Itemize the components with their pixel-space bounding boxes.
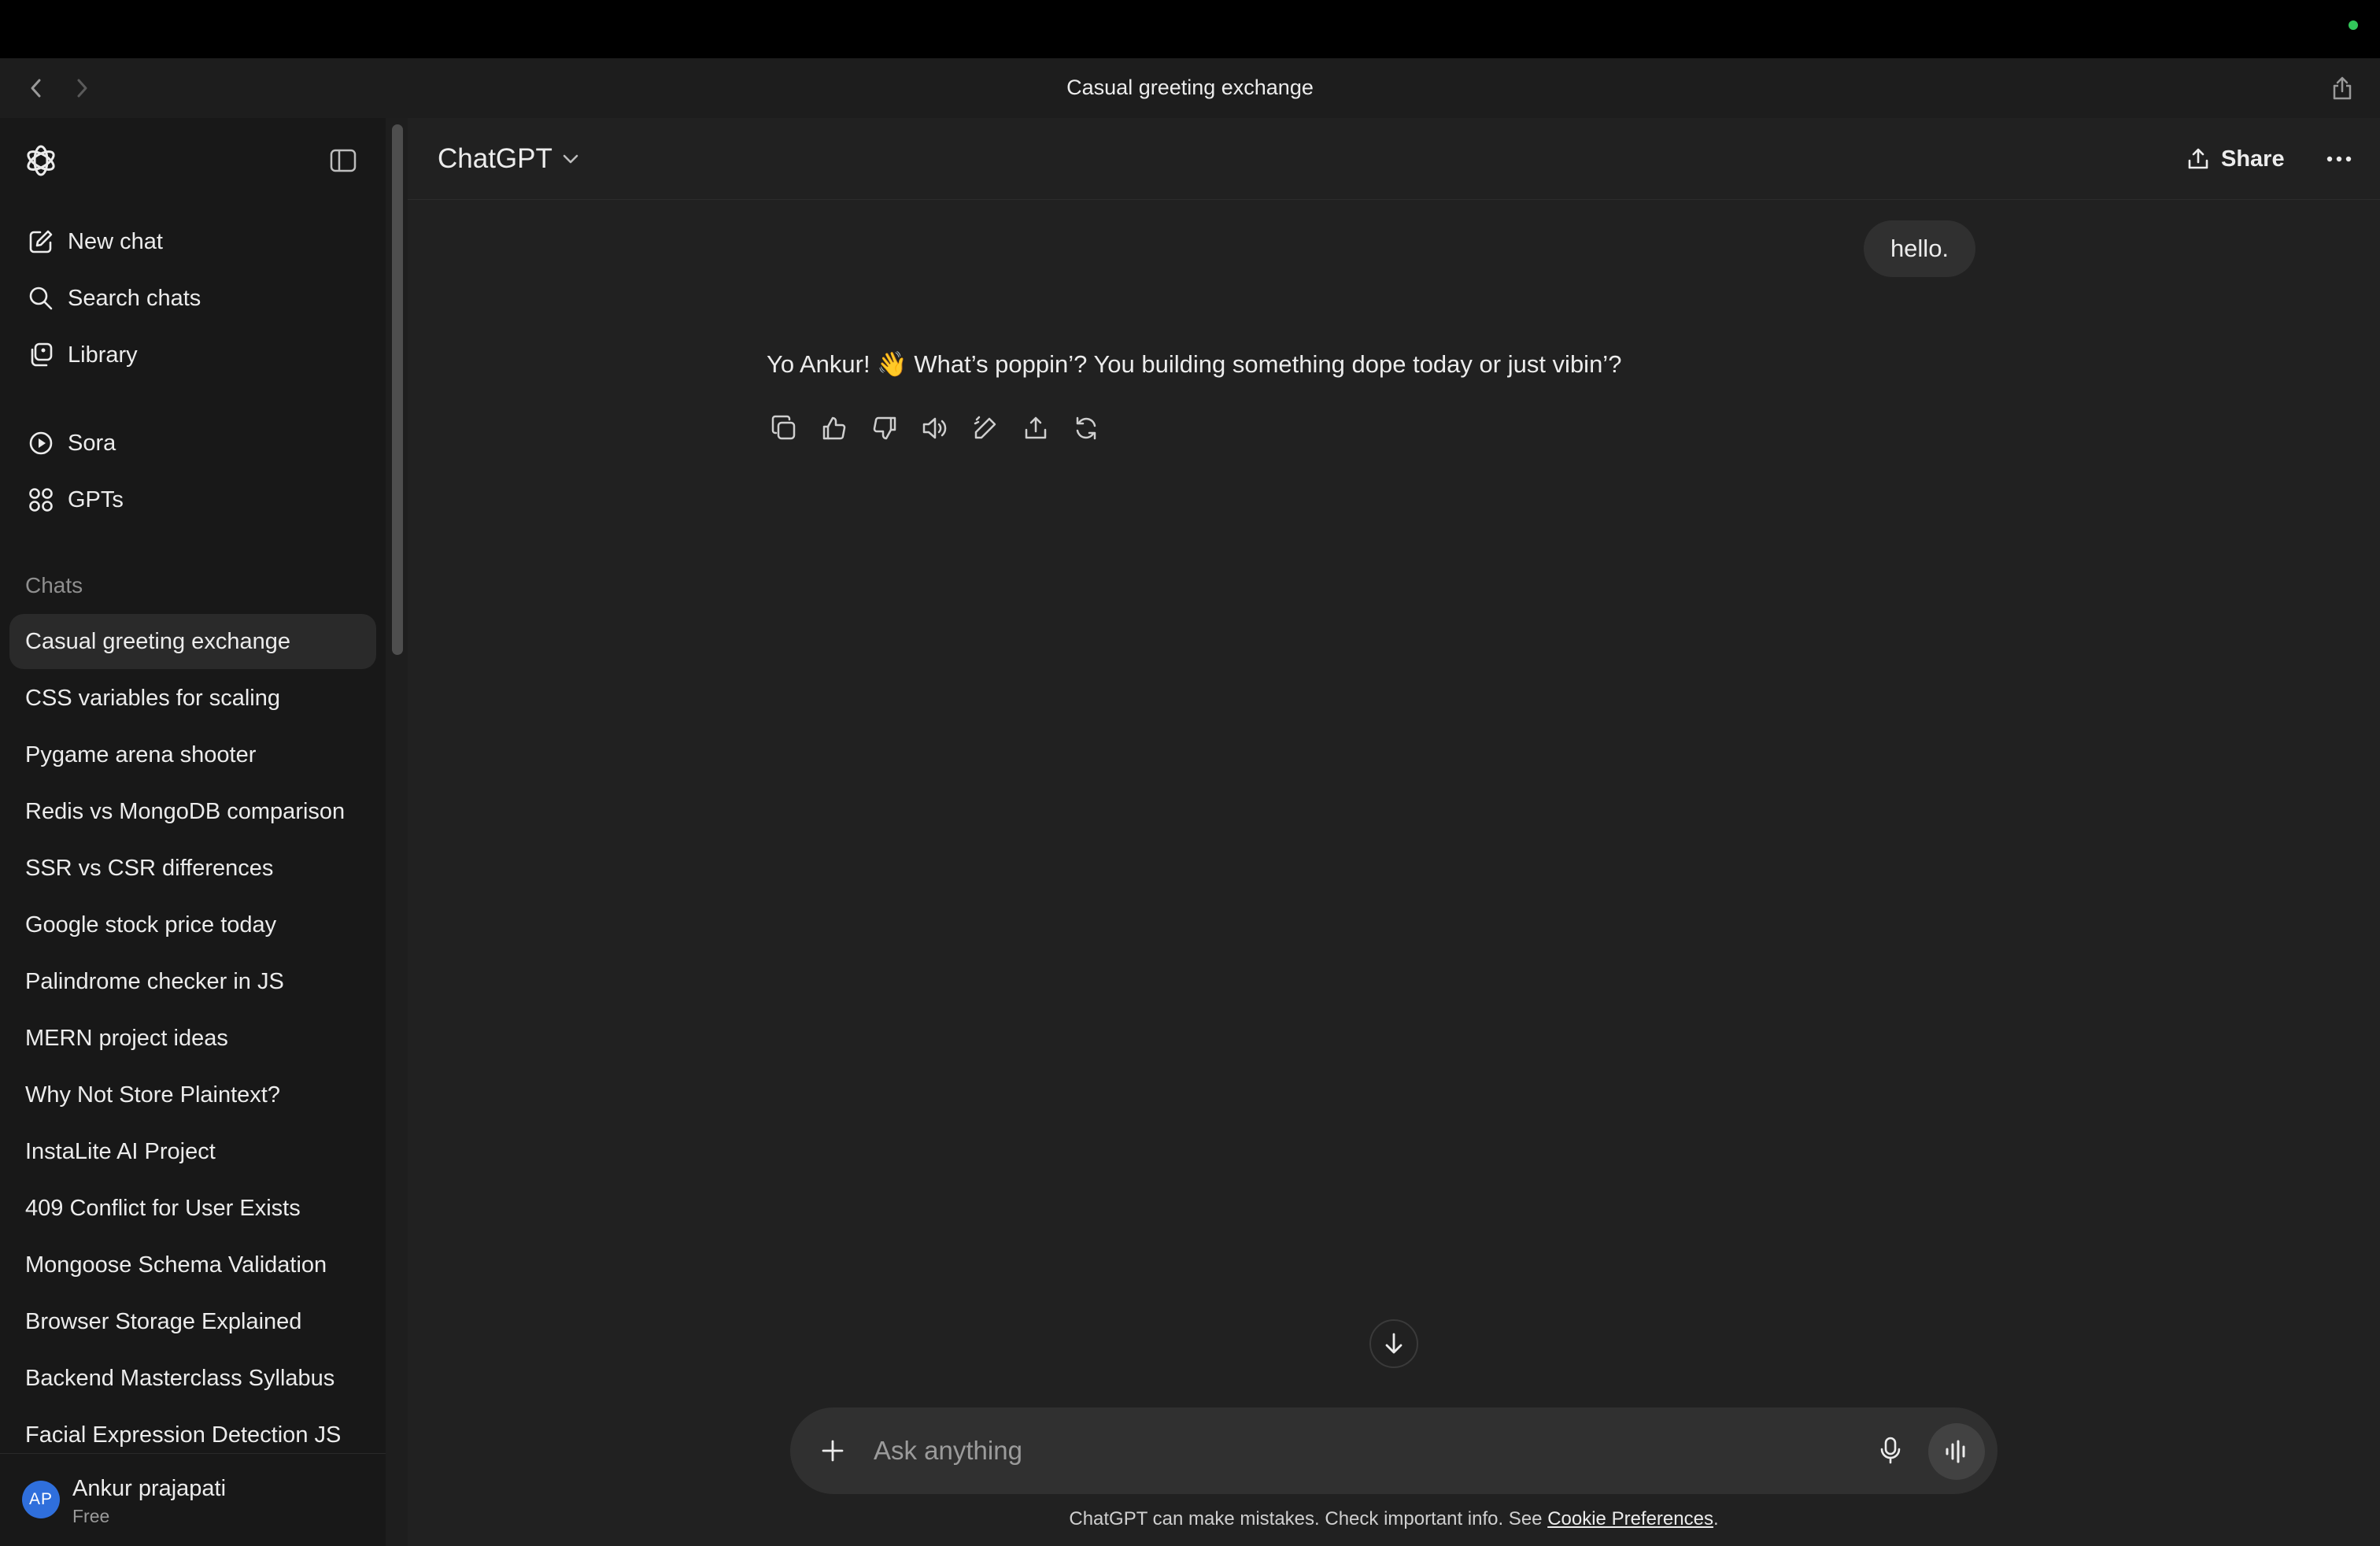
cookie-preferences-link[interactable]: Cookie Preferences xyxy=(1547,1508,1713,1529)
new-chat-button[interactable]: New chat xyxy=(9,216,376,268)
chats-section-label: Chats xyxy=(25,573,83,597)
arrow-down-icon xyxy=(1385,1333,1402,1354)
search-icon xyxy=(25,283,57,314)
library-label: Library xyxy=(68,342,138,368)
read-aloud-icon xyxy=(922,417,947,439)
library-button[interactable]: Library xyxy=(9,329,376,381)
library-icon xyxy=(25,339,57,371)
search-chats-button[interactable]: Search chats xyxy=(9,272,376,324)
regenerate-icon xyxy=(1076,416,1096,440)
thumbs-up-icon xyxy=(822,416,846,440)
chat-item[interactable]: Why Not Store Plaintext? xyxy=(9,1067,376,1123)
user-name: Ankur prajapati xyxy=(72,1476,227,1501)
share-button[interactable]: Share xyxy=(2186,140,2285,178)
scroll-to-bottom-button[interactable] xyxy=(1369,1319,1418,1368)
avatar: AP xyxy=(22,1481,60,1518)
main-header: ChatGPT Share xyxy=(408,118,2380,200)
thumbs-down-button[interactable] xyxy=(866,411,904,446)
user-message-bubble: hello. xyxy=(1864,220,1975,277)
user-profile-button[interactable]: AP Ankur prajapati Free xyxy=(0,1453,386,1546)
microphone-icon xyxy=(1880,1437,1901,1464)
chat-item[interactable]: CSS variables for scaling xyxy=(9,671,376,726)
read-aloud-button[interactable] xyxy=(916,411,954,446)
top-bar xyxy=(0,0,2380,58)
status-dot xyxy=(2349,20,2358,30)
disclaimer: ChatGPT can make mistakes. Check importa… xyxy=(790,1508,1998,1530)
chat-item[interactable]: Backend Masterclass Syllabus xyxy=(9,1351,376,1406)
more-horizontal-icon xyxy=(2326,156,2352,162)
prompt-input[interactable] xyxy=(874,1429,1818,1472)
chat-item[interactable]: Pygame arena shooter xyxy=(9,727,376,782)
play-circle-icon xyxy=(25,427,57,459)
chat-item[interactable]: 409 Conflict for User Exists xyxy=(9,1181,376,1236)
copy-button[interactable] xyxy=(765,411,803,446)
sidebar-toggle-button[interactable] xyxy=(326,143,360,178)
share-icon xyxy=(1025,416,1047,439)
app-window: Casual greeting exchange New chat Search… xyxy=(0,0,2380,1546)
title-bar: Casual greeting exchange xyxy=(0,58,2380,118)
chat-item[interactable]: Mongoose Schema Validation xyxy=(9,1237,376,1293)
sidebar: New chat Search chats Library Sora GPTs … xyxy=(0,118,386,1546)
plus-icon xyxy=(822,1440,844,1462)
sidebar-scrollbar-thumb[interactable] xyxy=(392,124,403,655)
voice-mode-button[interactable] xyxy=(1928,1423,1985,1480)
chat-item[interactable]: Google stock price today xyxy=(9,897,376,952)
chat-item-active[interactable]: Casual greeting exchange xyxy=(9,614,376,669)
share-icon xyxy=(2333,76,2352,100)
voice-waveform-icon xyxy=(1946,1440,1965,1463)
assistant-message: Yo Ankur! 👋 What’s poppin’? You building… xyxy=(767,350,1622,378)
edit-pen-icon xyxy=(974,416,996,439)
openai-logo-icon xyxy=(27,145,55,176)
gpts-label: GPTs xyxy=(68,486,124,512)
chat-item[interactable]: MERN project ideas xyxy=(9,1011,376,1066)
chat-item[interactable]: Palindrome checker in JS xyxy=(9,954,376,1009)
openai-logo[interactable] xyxy=(22,142,60,179)
composer xyxy=(790,1407,1998,1494)
edit-button[interactable] xyxy=(966,411,1004,446)
chat-item[interactable]: Browser Storage Explained xyxy=(9,1294,376,1349)
thumbs-down-icon xyxy=(873,416,896,440)
chat-item[interactable]: InstaLite AI Project xyxy=(9,1124,376,1179)
message-actions xyxy=(765,411,1118,446)
sidebar-toggle-icon xyxy=(330,149,357,172)
share-icon xyxy=(2186,147,2210,171)
sora-label: Sora xyxy=(68,430,116,456)
disclaimer-text: ChatGPT can make mistakes. Check importa… xyxy=(1069,1508,1548,1529)
share-response-button[interactable] xyxy=(1017,411,1055,446)
chevron-down-icon xyxy=(562,153,579,165)
window-title: Casual greeting exchange xyxy=(1066,76,1314,99)
user-plan: Free xyxy=(72,1506,110,1526)
edit-icon xyxy=(25,226,57,257)
attach-button[interactable] xyxy=(814,1432,852,1470)
more-options-button[interactable] xyxy=(2320,140,2358,178)
chat-item[interactable]: Redis vs MongoDB comparison xyxy=(9,784,376,839)
model-name: ChatGPT xyxy=(438,143,552,174)
search-chats-label: Search chats xyxy=(68,285,201,311)
thumbs-up-button[interactable] xyxy=(815,411,853,446)
sora-button[interactable]: Sora xyxy=(9,417,376,469)
disclaimer-period: . xyxy=(1713,1508,1719,1529)
model-selector[interactable]: ChatGPT xyxy=(438,142,579,176)
grid-icon xyxy=(25,484,57,516)
share-label: Share xyxy=(2221,146,2285,172)
window-share-button[interactable] xyxy=(2326,72,2358,104)
regenerate-button[interactable] xyxy=(1067,411,1105,446)
chat-item[interactable]: SSR vs CSR differences xyxy=(9,841,376,896)
new-chat-label: New chat xyxy=(68,228,163,254)
dictate-button[interactable] xyxy=(1872,1432,1909,1470)
gpts-button[interactable]: GPTs xyxy=(9,474,376,526)
copy-icon xyxy=(771,415,796,440)
